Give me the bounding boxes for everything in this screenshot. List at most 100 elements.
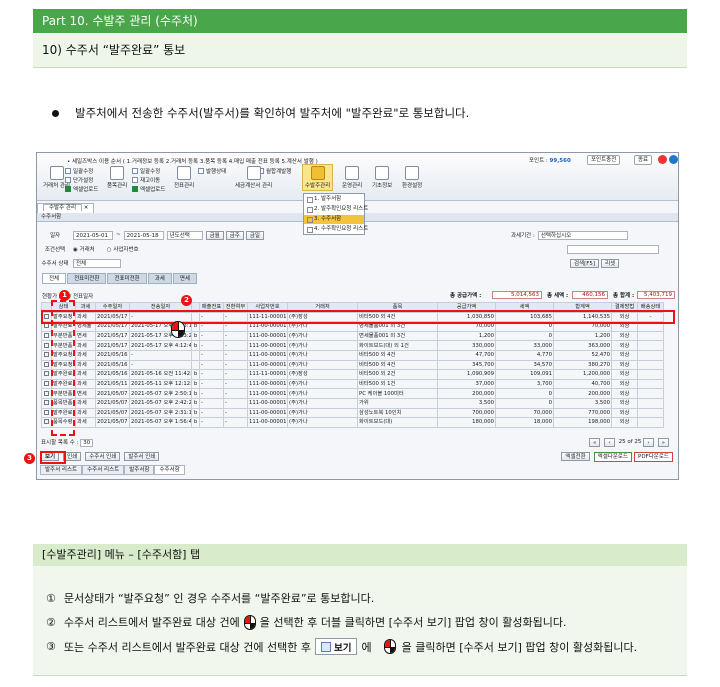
point-charge-button[interactable]: 포인트충전 (587, 155, 621, 165)
table-cell: 비타500 외 1건 (357, 378, 438, 390)
date-to-input[interactable]: 2021-05-18 (123, 230, 164, 240)
excel-download-button[interactable]: 엑셀다운로드 (593, 452, 633, 462)
next-page-button[interactable]: › (643, 437, 654, 447)
row-checkbox[interactable] (41, 369, 52, 380)
tool-order-management[interactable]: 수발주관리 (302, 164, 334, 191)
pdf-download-button[interactable]: PDF다운로드 (634, 452, 673, 462)
checkbox-icon[interactable] (44, 342, 49, 348)
this-month-button[interactable]: 금월 (205, 230, 224, 240)
checkbox-icon[interactable] (44, 323, 49, 329)
table-cell (637, 397, 664, 409)
table-row[interactable]: 발주완료과세2021/05/112021-05-11 오후 12:12:31b-… (41, 378, 664, 390)
table-row[interactable]: 발주요청 과세 2021/05/16- - -111-00-00001 (주)가나 비타50… (41, 349, 664, 361)
table-row[interactable]: 부분반품 면세 2021/05/17 2021-05-17 오후 4:13:29 b - -… (41, 330, 664, 342)
radio-bizno[interactable]: ○ 사업자번호 (107, 245, 139, 253)
table-cell: - (223, 417, 248, 428)
sub-left-2[interactable]: 엑셀업로드 (65, 185, 98, 193)
today-button[interactable]: 금일 (245, 230, 264, 240)
table-cell: 180,000 (437, 417, 496, 428)
exit-button[interactable]: 종료 (634, 155, 653, 165)
menu-item-order-box[interactable]: 1. 발주서함 (304, 195, 364, 204)
table-cell (637, 359, 664, 371)
tab-sales-order-list[interactable]: 수주서 리스트 (82, 465, 125, 475)
help-circle-icon[interactable] (669, 155, 678, 164)
table-cell: - (199, 407, 224, 419)
sub-mid-0[interactable]: 일괄수정 (132, 167, 160, 175)
status-select[interactable]: 전체 (73, 258, 121, 268)
tool-product[interactable]: 품목관리 (107, 166, 127, 189)
checkbox-icon[interactable] (44, 352, 49, 358)
year-select[interactable]: 년도선택 (166, 230, 203, 240)
intro-text: 발주처에서 전송한 수주서(발주서)를 확인하여 발주처에 "발주완료"로 통보… (75, 106, 470, 120)
search-text-input[interactable] (566, 244, 659, 254)
close-circle-icon[interactable] (658, 155, 667, 164)
checkbox-icon[interactable] (44, 419, 49, 425)
first-page-button[interactable]: « (589, 437, 601, 447)
table-row[interactable]: 품목반품 과세 2021/05/07 2021-05-07 오후 2:42:28 b - -… (41, 397, 664, 409)
row-checkbox[interactable] (41, 407, 52, 419)
search-button[interactable]: 검색[F5] (570, 258, 600, 268)
checkbox-icon[interactable] (44, 409, 49, 415)
checkbox-icon[interactable] (44, 371, 49, 377)
tab-order-box[interactable]: 발주서함 (124, 465, 155, 475)
tool-voucher[interactable]: 전표관리 (174, 166, 194, 189)
row-checkbox[interactable] (41, 359, 52, 371)
table-cell: 외상 (611, 340, 638, 351)
row-checkbox[interactable] (41, 330, 52, 342)
highlight-status-column (51, 300, 75, 436)
tab-order-management[interactable]: 수발주 관리 ✕ (37, 203, 95, 213)
row-checkbox[interactable] (41, 388, 52, 399)
period-select[interactable]: 선택하십시오 (537, 230, 628, 240)
row-checkbox[interactable] (41, 349, 52, 361)
bullet-icon (52, 109, 59, 117)
checkbox-icon[interactable] (44, 400, 49, 406)
row-checkbox[interactable] (41, 417, 52, 428)
checkbox-icon[interactable] (44, 390, 49, 396)
checkbox-icon[interactable] (44, 333, 49, 339)
marker-2: 2 (181, 295, 192, 306)
status-tab-free[interactable]: 면세 (172, 273, 197, 284)
status-tab-1[interactable]: 전표미전환 (67, 273, 107, 284)
table-row[interactable]: 부분반품 면세 2021/05/07 2021-05-07 오후 2:50:18 b - -… (41, 388, 664, 399)
menu-item-order-confirm-list[interactable]: 2. 발주확인요청 리스트 (304, 205, 368, 214)
sub-mid-2[interactable]: 엑셀업로드 (132, 185, 165, 193)
checkbox-icon[interactable] (44, 361, 49, 367)
sub-right-0[interactable]: 발행상태 (198, 167, 226, 175)
tool-operation[interactable]: 운영관리 (342, 166, 362, 189)
table-row[interactable]: 부분반품 과세 2021/05/17 2021-05-17 오후 4:12:43 b - -… (41, 340, 664, 351)
this-week-button[interactable]: 금주 (225, 230, 244, 240)
page-size-select[interactable]: 30 (80, 438, 94, 447)
sub-left-0[interactable]: 일괄수정 (65, 167, 93, 175)
radio-customer[interactable]: ◉ 거래처 (73, 245, 95, 253)
table-row[interactable]: 품목수령 과세 2021/05/07 2021-05-07 오후 1:56:45 b - -… (41, 417, 664, 428)
tool-basic-info[interactable]: 기초정보 (372, 166, 392, 189)
last-page-button[interactable]: » (657, 437, 669, 447)
prev-page-button[interactable]: ‹ (604, 437, 615, 447)
table-cell: 1,200 (553, 330, 612, 342)
sub-left-1[interactable]: 단가설정 (65, 176, 93, 184)
row-checkbox[interactable] (41, 340, 52, 351)
row-checkbox[interactable] (41, 378, 52, 390)
menu-item-sales-order-box[interactable]: 3. 수주서함 (304, 215, 364, 224)
status-tab-all[interactable]: 전체 (42, 273, 67, 284)
row-checkbox[interactable] (41, 397, 52, 409)
excel-convert-button[interactable]: 엑셀전환 (561, 452, 590, 461)
tab-order-list[interactable]: 발주서 리스트 (40, 465, 83, 475)
checkbox-icon[interactable] (44, 381, 49, 387)
instruction-2: ② 수주서 리스트에서 발주완료 대상 건에 을 선택한 후 더블 클릭하면 [… (46, 614, 567, 630)
tool-invoice[interactable]: 세금계산서 관리 (235, 166, 272, 189)
sales-order-print-button[interactable]: 수주서 인쇄 (85, 452, 121, 461)
tool-settings[interactable]: 환경설정 (402, 166, 422, 189)
table-row[interactable]: 발주완료 과세 2021/05/07 2021-05-07 오후 2:31:13 b - -… (41, 407, 664, 419)
sub-mid-1[interactable]: 재고이동 (132, 176, 160, 184)
status-tab-tax[interactable]: 과세 (147, 273, 172, 284)
table-cell: 2021/05/16 (95, 349, 130, 361)
status-tab-2[interactable]: 전표미전환 (107, 273, 147, 284)
reset-button[interactable]: 리셋 (601, 258, 620, 268)
table-row[interactable]: 발주요청 과세 2021/05/16- - -111-00-00001 (주)가나 비타50… (41, 359, 664, 371)
menu-item-sales-confirm-list[interactable]: 4. 수주확인요청 리스트 (304, 225, 368, 234)
table-row[interactable]: 발주완료과세2021/05/162021-05-16 오전 11:42:00b-… (41, 369, 664, 380)
tab-sales-order-box[interactable]: 수주서함 (154, 465, 185, 475)
order-print-button[interactable]: 발주서 인쇄 (124, 452, 160, 461)
date-from-input[interactable]: 2021-05-01 (73, 230, 113, 240)
